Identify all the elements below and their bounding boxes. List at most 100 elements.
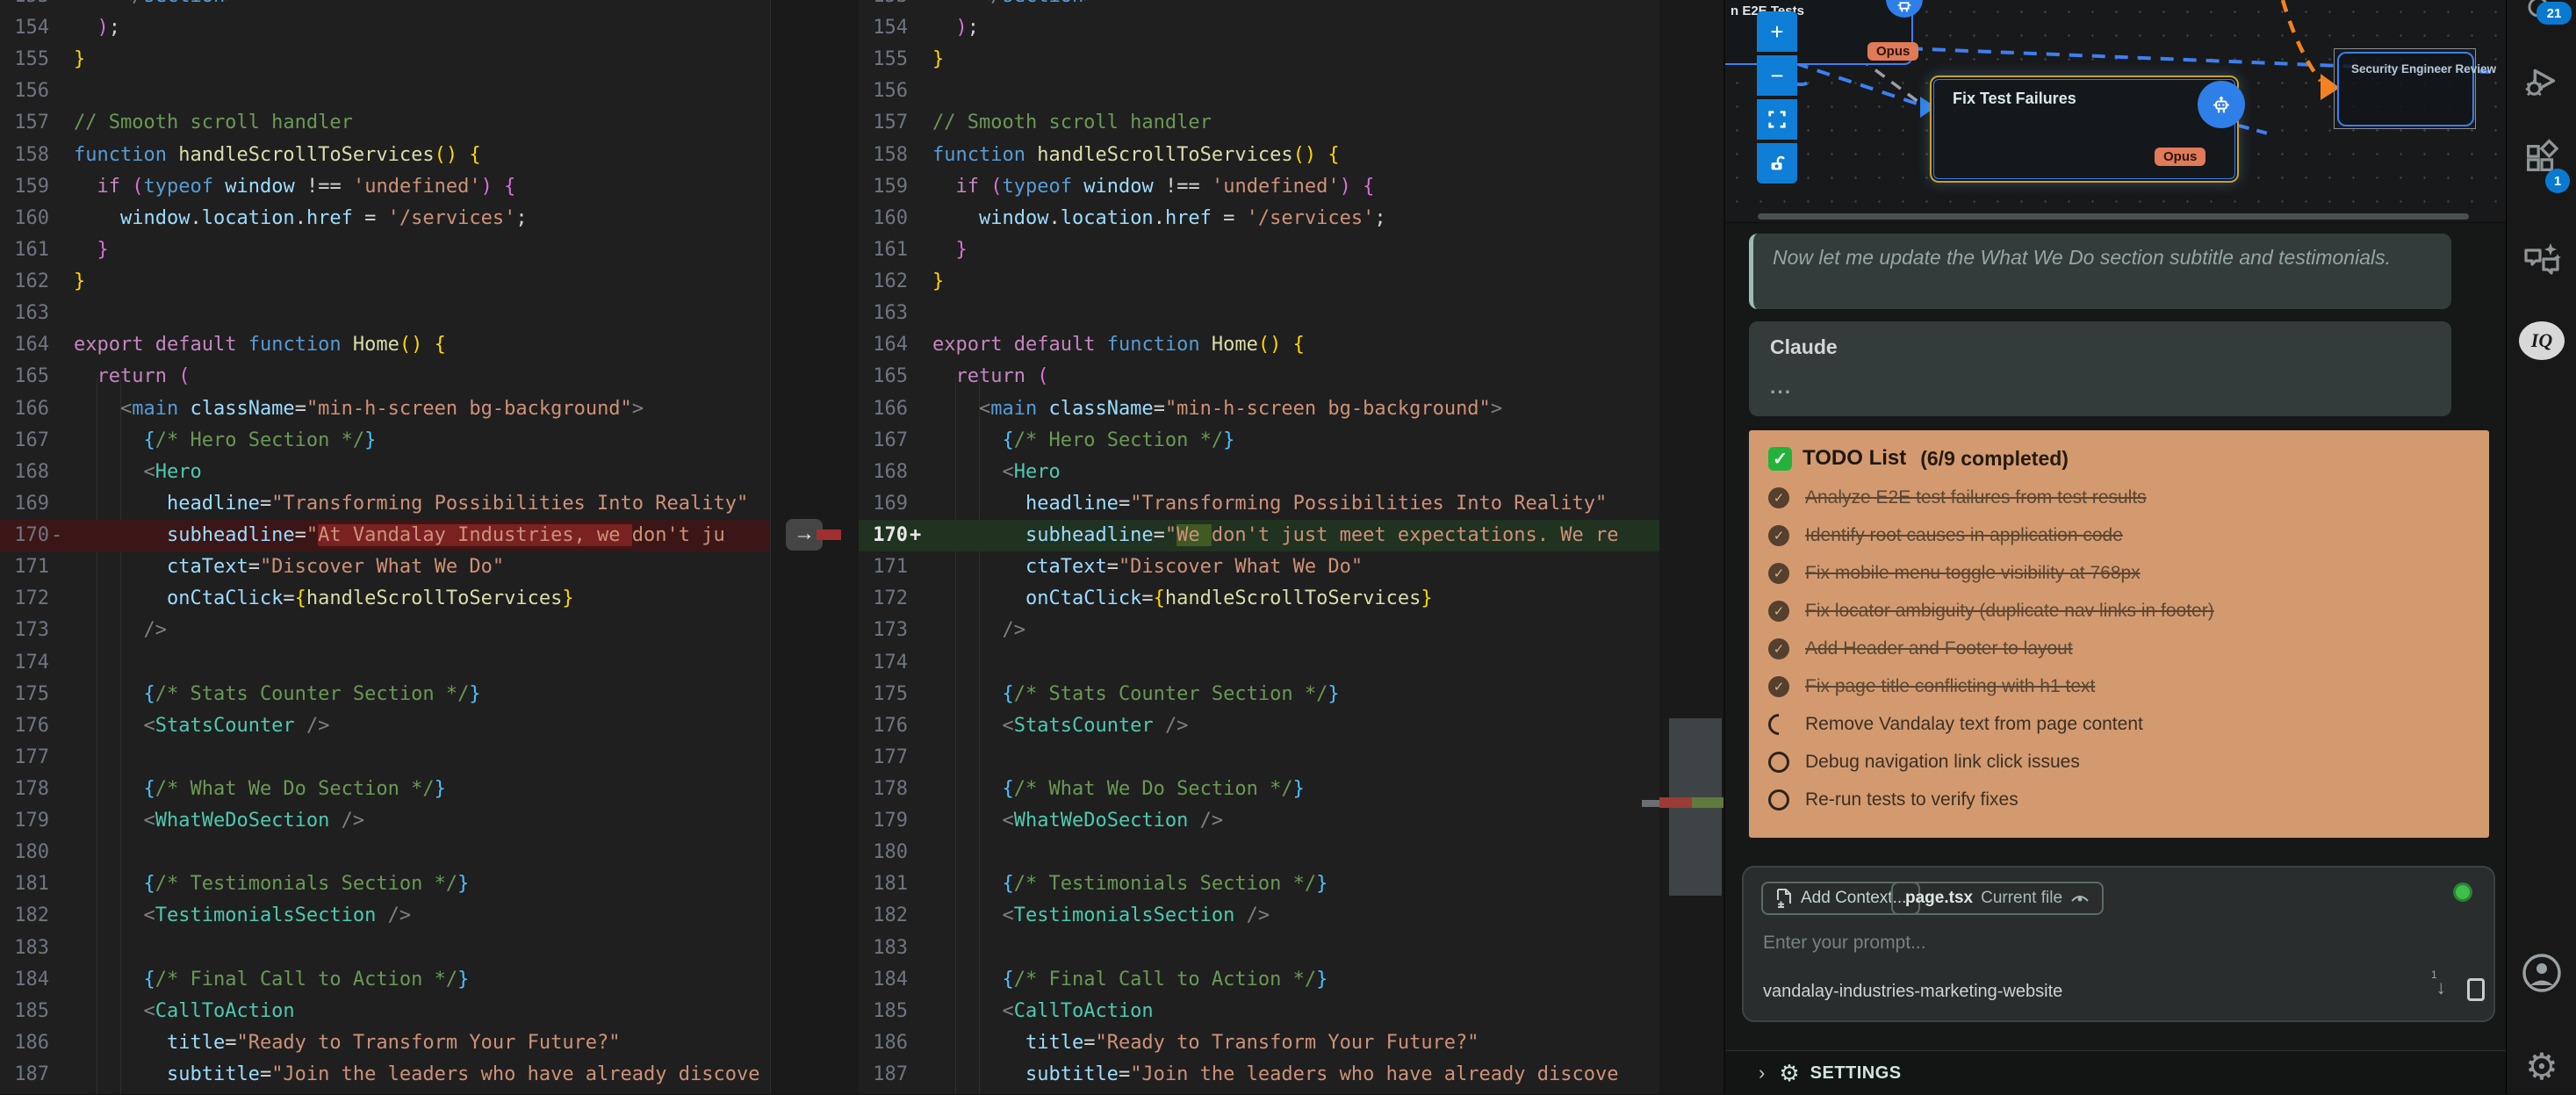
node-fix-test-failures[interactable]: Fix Test Failures Opus [1930,76,2239,183]
code-line[interactable]: 184 {/* Final Call to Action */} [859,964,1659,996]
overview-ruler-strip[interactable] [1659,0,1725,1094]
code-line[interactable]: 159 if (typeof window !== 'undefined') { [859,171,1659,203]
todo-item[interactable]: ✓Fix mobile menu toggle visibility at 76… [1768,560,2141,587]
code-line[interactable]: 178 {/* What We Do Section */} [0,774,770,805]
code-line[interactable]: 186 title="Ready to Transform Your Futur… [0,1027,770,1059]
settings-section-header[interactable]: › ⚙ SETTINGS [1725,1050,2508,1095]
todo-item[interactable]: ✓Identify root causes in application cod… [1768,522,2123,549]
code-line[interactable]: 162} [0,266,770,298]
code-line[interactable]: 155} [0,44,770,76]
code-line[interactable]: 165 return ( [859,361,1659,393]
code-line[interactable]: 160 window.location.href = '/services'; [859,203,1659,234]
chevron-right-icon[interactable]: › [1759,1062,1765,1084]
code-line[interactable]: 173 /> [0,615,770,646]
code-line[interactable]: 159 if (typeof window !== 'undefined') { [0,171,770,203]
node-run-e2e-tests[interactable]: n E2E Tests Opus [1725,0,1913,65]
code-line[interactable]: 175 {/* Stats Counter Section */} [859,679,1659,710]
code-line[interactable]: 157// Smooth scroll handler [859,107,1659,139]
code-line[interactable]: 183 [0,933,770,964]
code-line[interactable]: 158function handleScrollToServices() { [859,140,1659,171]
code-line[interactable]: 179 <WhatWeDoSection /> [859,805,1659,837]
code-line[interactable]: 166 <main className="min-h-screen bg-bac… [0,393,770,425]
code-line[interactable]: 186 title="Ready to Transform Your Futur… [859,1027,1659,1059]
agent-robot-icon[interactable] [2198,81,2245,128]
code-line[interactable]: 172 onCtaClick={handleScrollToServices} [0,583,770,615]
code-line[interactable]: 153 </section> [0,0,770,12]
todo-item[interactable]: Remove Vandalay text from page content [1768,711,2143,738]
canvas-zoom-in-button[interactable]: + [1757,11,1797,52]
code-line[interactable]: 156 [859,76,1659,107]
code-line[interactable]: 161 } [0,234,770,266]
code-line[interactable]: 163 [859,298,1659,329]
code-line[interactable]: 170+ subheadline="We don't just meet exp… [859,520,1659,551]
code-line[interactable]: 182 <TestimonialsSection /> [0,900,770,932]
todo-item[interactable]: ✓Fix page title conflicting with h1 text [1768,674,2095,700]
code-line[interactable]: 163 [0,298,770,329]
code-line[interactable]: 176 <StatsCounter /> [859,710,1659,742]
code-line[interactable]: 157// Smooth scroll handler [0,107,770,139]
run-and-debug-icon[interactable] [2507,60,2576,102]
code-line[interactable]: 179 <WhatWeDoSection /> [0,805,770,837]
todo-item[interactable]: ✓Fix locator ambiguity (duplicate nav li… [1768,598,2214,624]
canvas-horizontal-scrollbar[interactable] [1758,213,2469,220]
canvas-fit-view-button[interactable] [1757,99,1797,140]
code-line[interactable]: 170- subheadline="At Vandalay Industries… [0,520,770,551]
code-line[interactable]: 185 <CallToAction [0,996,770,1027]
code-line[interactable]: 185 <CallToAction [859,996,1659,1027]
code-line[interactable]: 180 [0,837,770,868]
code-line[interactable]: 166 <main className="min-h-screen bg-bac… [859,393,1659,425]
code-line[interactable]: 176 <StatsCounter /> [0,710,770,742]
code-line[interactable]: 177 [0,742,770,774]
queue-download-icon[interactable]: 1↓ [2430,976,2446,999]
code-line[interactable]: 173 /> [859,615,1659,646]
code-line[interactable]: 164export default function Home() { [0,329,770,361]
code-line[interactable]: 169 headline="Transforming Possibilities… [859,488,1659,520]
code-line[interactable]: 178 {/* What We Do Section */} [859,774,1659,805]
code-line[interactable]: 161 } [859,234,1659,266]
code-line[interactable]: 174 [0,647,770,679]
code-line[interactable]: 187 subtitle="Join the leaders who have … [859,1059,1659,1091]
code-line[interactable]: 155} [859,44,1659,76]
todo-item[interactable]: Re-run tests to verify fixes [1768,787,2018,813]
agent-workflow-canvas[interactable]: n E2E Tests Opus + − Fix Test Failures O… [1725,0,2508,223]
code-line[interactable]: 154 ); [0,12,770,44]
todo-item[interactable]: ✓Add Header and Footer to layout [1768,636,2073,662]
code-line[interactable]: 181 {/* Testimonials Section */} [859,868,1659,900]
code-line[interactable]: 154 ); [859,12,1659,44]
code-line[interactable]: 160 window.location.href = '/services'; [0,203,770,234]
code-line[interactable]: 168 <Hero [859,457,1659,488]
iq-logo-icon[interactable]: IQ [2507,321,2576,360]
code-line[interactable]: 181 {/* Testimonials Section */} [0,868,770,900]
diff-editor-modified[interactable]: 153 </section>154 );155}156157// Smooth … [859,0,1659,1094]
prompt-placeholder[interactable]: Enter your prompt... [1763,933,1926,954]
code-line[interactable]: 183 [859,933,1659,964]
code-line[interactable]: 175 {/* Stats Counter Section */} [0,679,770,710]
code-line[interactable]: 162} [859,266,1659,298]
prompt-input-container[interactable]: Add Context... page.tsx Current file Ent… [1742,866,2495,1022]
canvas-zoom-out-button[interactable]: − [1757,55,1797,96]
code-line[interactable]: 174 [859,647,1659,679]
code-line[interactable]: 158function handleScrollToServices() { [0,140,770,171]
code-line[interactable]: 168 <Hero [0,457,770,488]
code-line[interactable]: 167 {/* Hero Section */} [0,425,770,457]
diff-editor-original[interactable]: 153 </section>154 );155}156157// Smooth … [0,0,771,1094]
code-line[interactable]: 156 [0,76,770,107]
code-line[interactable]: 171 ctaText="Discover What We Do" [0,551,770,583]
profile-icon[interactable] [2507,952,2576,994]
ai-chat-icon[interactable] [2507,239,2576,283]
eye-icon[interactable] [2070,891,2090,905]
canvas-lock-button[interactable] [1757,143,1797,184]
code-line[interactable]: 169 headline="Transforming Possibilities… [0,488,770,520]
code-line[interactable]: 164export default function Home() { [859,329,1659,361]
node-security-engineer-review[interactable]: Security Engineer Review [2337,52,2474,126]
code-line[interactable]: 177 [859,742,1659,774]
code-line[interactable]: 184 {/* Final Call to Action */} [0,964,770,996]
code-line[interactable]: 187 subtitle="Join the leaders who have … [0,1059,770,1091]
code-line[interactable]: 171 ctaText="Discover What We Do" [859,551,1659,583]
code-line[interactable]: 182 <TestimonialsSection /> [859,900,1659,932]
code-line[interactable]: 172 onCtaClick={handleScrollToServices} [859,583,1659,615]
code-line[interactable]: 180 [859,837,1659,868]
todo-item[interactable]: ✓Analyze E2E test failures from test res… [1768,485,2147,511]
code-line[interactable]: 153 </section> [859,0,1659,12]
stop-button[interactable] [2467,978,2485,1001]
